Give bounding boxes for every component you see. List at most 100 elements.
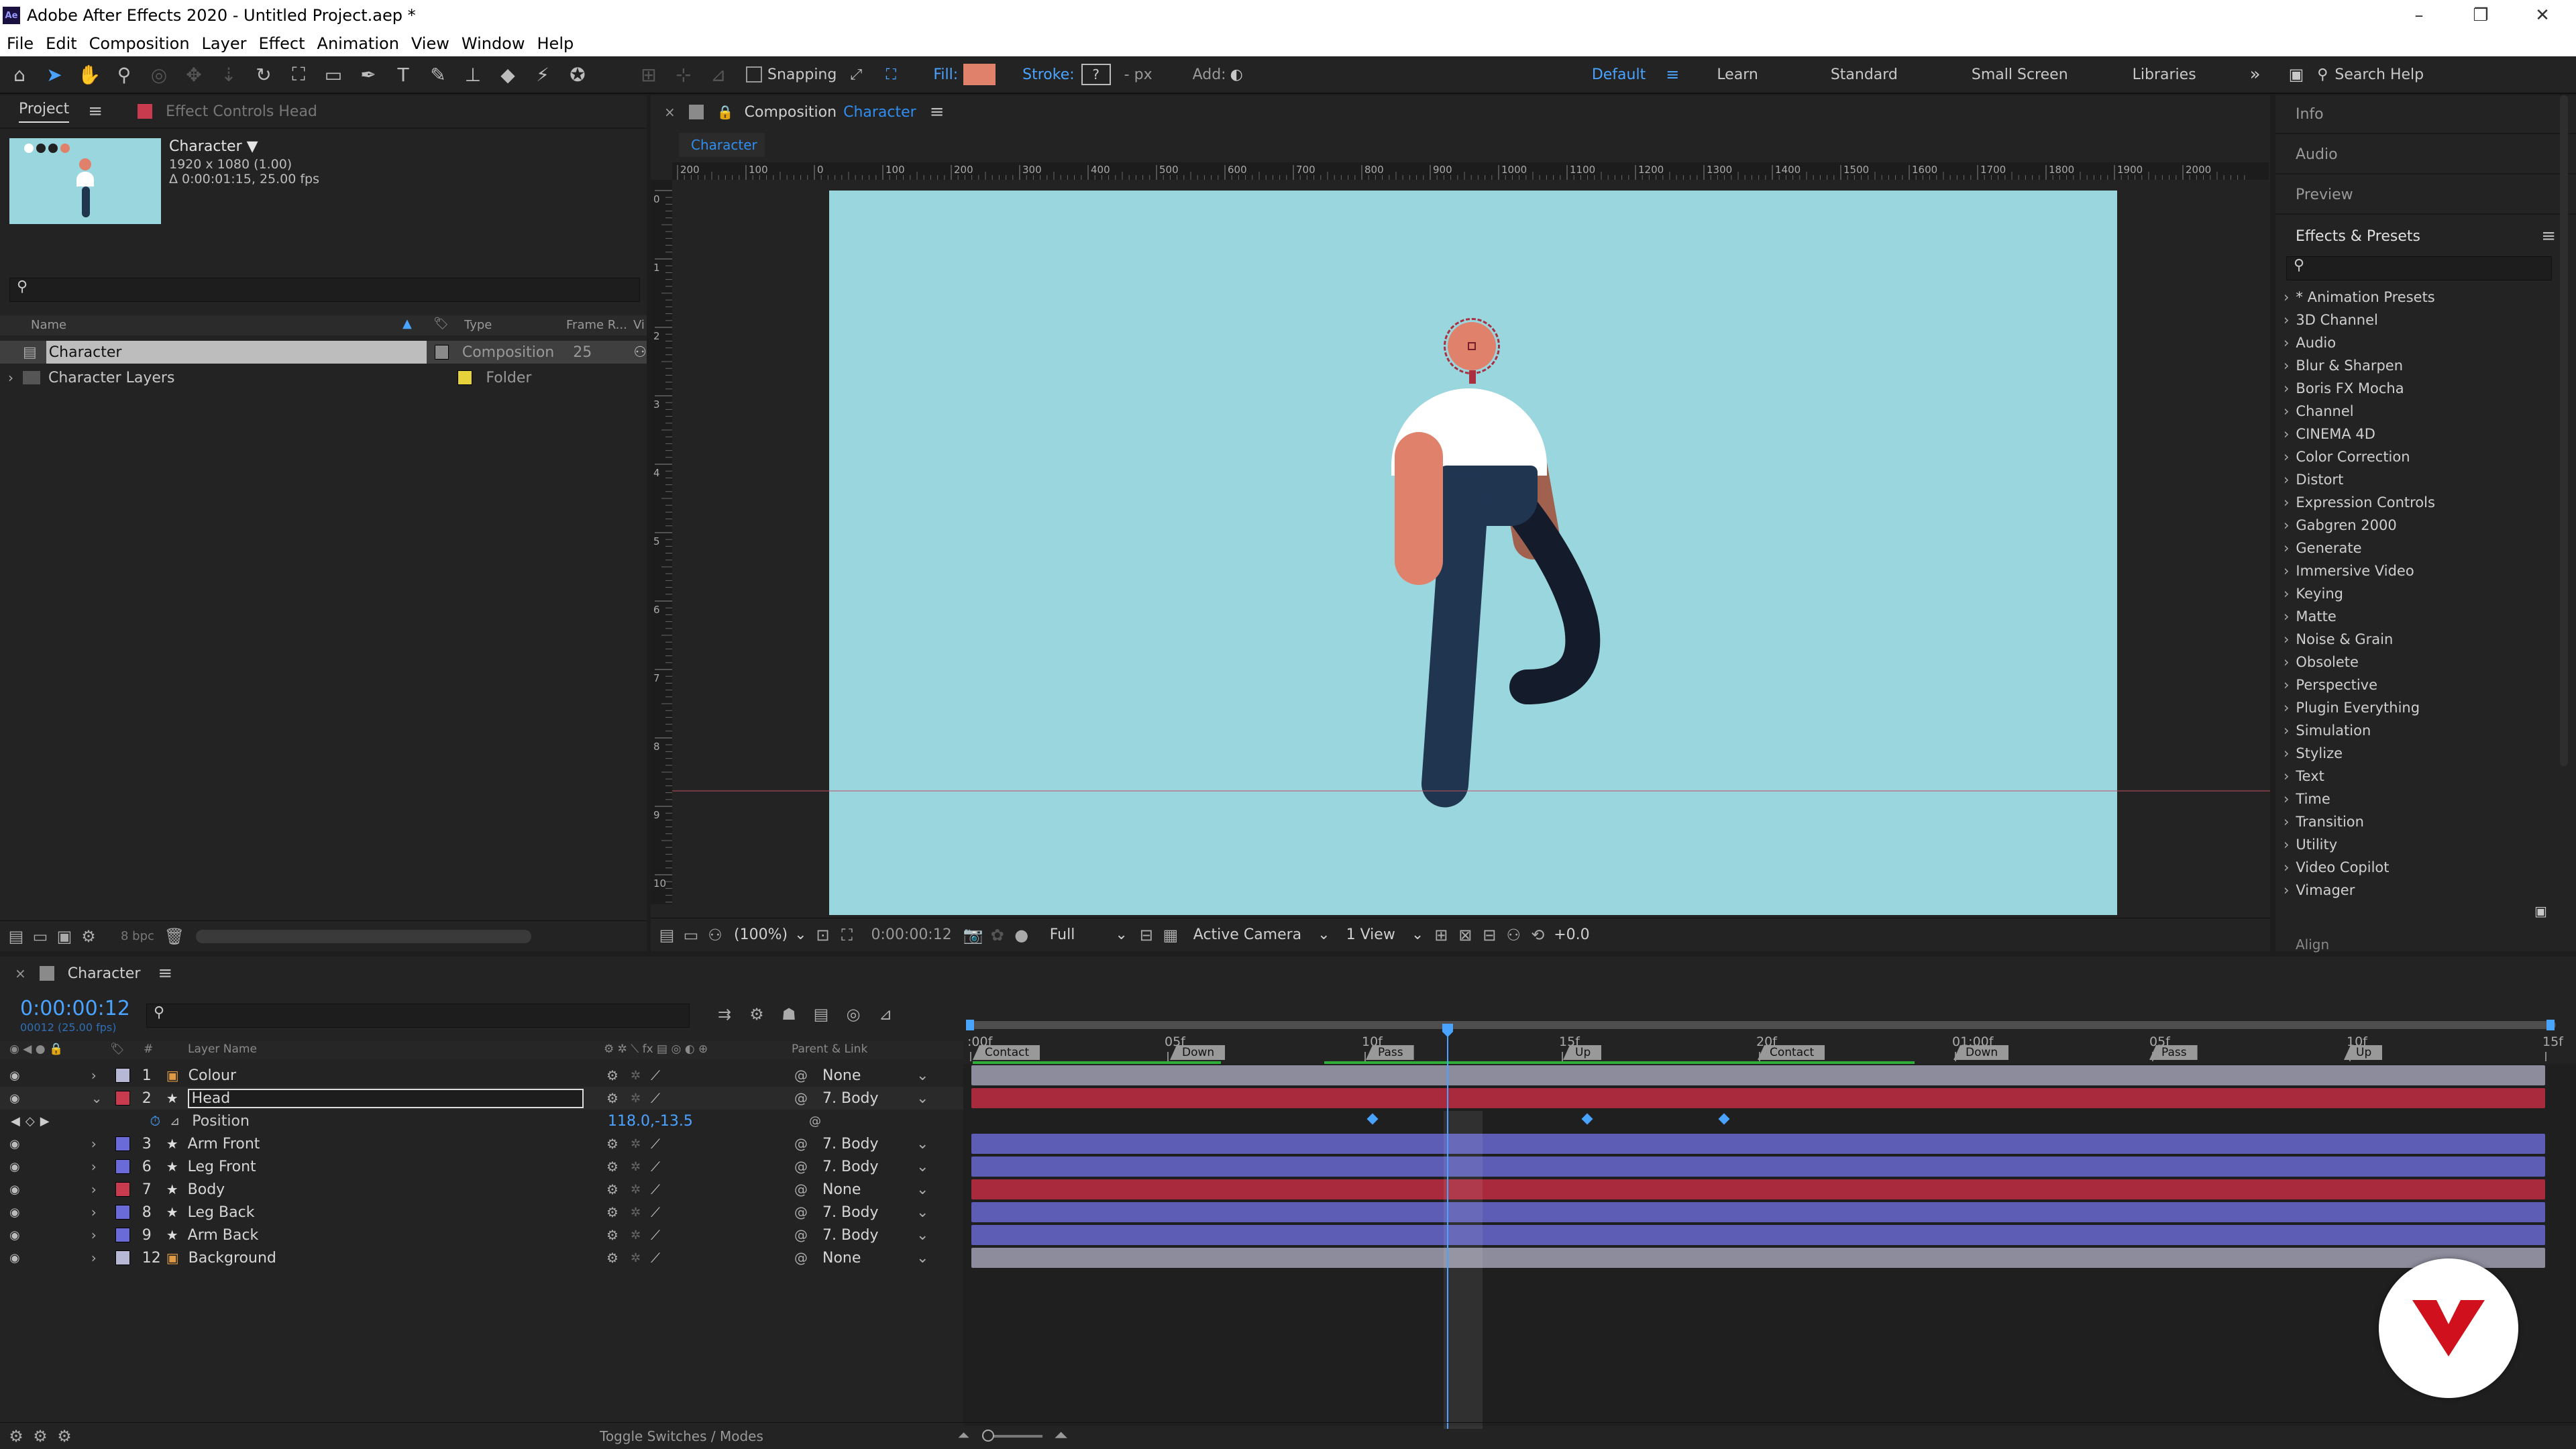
layer-track-bar[interactable] — [971, 1157, 2545, 1177]
layer-row[interactable]: ◉ ⌄ 2 ★ Head ⚙ ✲ ⟋ @7. Body ⌄ — [0, 1087, 963, 1110]
layer-label-swatch[interactable] — [115, 1228, 130, 1242]
keyframe-diamond[interactable] — [1581, 1113, 1593, 1125]
effects-category-item[interactable]: › Keying — [2275, 582, 2343, 605]
effects-category-item[interactable]: › Perspective — [2275, 674, 2377, 696]
fill-color-swatch[interactable] — [963, 64, 996, 85]
collapse-transform-icon[interactable]: ⚙ — [606, 1250, 619, 1266]
keyframe-diamond[interactable] — [1366, 1113, 1379, 1125]
transparency-grid-icon[interactable]: ⛶ — [835, 923, 859, 947]
restore-button[interactable]: ❐ — [2450, 0, 2512, 31]
effects-category-item[interactable]: › Matte — [2275, 605, 2337, 628]
lock-icon[interactable]: 🔒 — [717, 104, 734, 120]
position-value[interactable]: 118.0,-13.5 — [608, 1113, 693, 1130]
layer-track-bar[interactable] — [971, 1088, 2545, 1108]
project-search-input[interactable]: ⚲ — [9, 278, 640, 302]
chevron-right-icon[interactable]: › — [2284, 358, 2289, 374]
layer-label-swatch[interactable] — [115, 1136, 130, 1151]
align-label[interactable]: Align — [2296, 936, 2329, 953]
project-item[interactable]: ▤ Character Composition 25 ⚇ — [0, 341, 647, 364]
chevron-right-icon[interactable]: › — [2284, 380, 2289, 396]
parent-dropdown[interactable]: 7. Body — [822, 1136, 879, 1152]
head-connector-handle[interactable] — [1469, 370, 1476, 384]
quality-line-icon[interactable]: ⟋ — [651, 1067, 660, 1083]
parent-dropdown[interactable]: None — [822, 1067, 861, 1084]
chevron-right-icon[interactable]: › — [2284, 586, 2289, 602]
collapse-transform-icon[interactable]: ⚙ — [606, 1067, 619, 1083]
timeline-link-icon[interactable]: ⊟ — [1477, 923, 1501, 947]
collapse-transform-icon[interactable]: ⚙ — [606, 1181, 619, 1197]
chevron-right-icon[interactable]: › — [2284, 449, 2289, 465]
chevron-right-icon[interactable]: › — [2284, 540, 2289, 556]
layer-label-swatch[interactable] — [115, 1091, 130, 1106]
chevron-right-icon[interactable]: › — [2284, 814, 2289, 830]
expand-layer-icon[interactable]: › — [91, 1250, 107, 1266]
chevron-right-icon[interactable]: › — [2284, 722, 2289, 739]
thumb-comp-name[interactable]: Character ▼ — [169, 138, 258, 155]
interpret-footage-icon[interactable]: ▤ — [4, 924, 28, 949]
collapse-transform-icon[interactable]: ⚙ — [606, 1136, 619, 1152]
exposure-value[interactable]: +0.0 — [1554, 926, 1589, 943]
graph-editor-icon[interactable]: ⊿ — [873, 1002, 898, 1026]
composition-menu-icon[interactable]: ≡ — [930, 102, 945, 122]
prev-keyframe-icon[interactable]: ◀ — [11, 1114, 20, 1128]
collapse-transform-icon[interactable]: ⚙ — [606, 1227, 619, 1243]
eye-visibility-icon[interactable]: ◉ — [9, 1160, 20, 1174]
collapse-transform-icon[interactable]: ⚙ — [606, 1204, 619, 1220]
arm-front-shape[interactable] — [1395, 432, 1443, 585]
new-preset-icon[interactable]: ▣ — [2534, 903, 2547, 919]
layer-name[interactable]: Head — [187, 1088, 584, 1108]
pan-camera-icon[interactable]: ✥ — [178, 59, 209, 90]
chevron-down-icon[interactable]: ⌄ — [916, 1227, 928, 1244]
comp-marker[interactable]: Down — [1170, 1045, 1226, 1060]
safe-zones-icon[interactable]: ⊡ — [811, 923, 835, 947]
eye-visibility-icon[interactable]: ◉ — [9, 1183, 20, 1197]
eye-visibility-icon[interactable]: ◉ — [9, 1251, 20, 1265]
view-layout-dropdown[interactable]: 1 View — [1346, 926, 1395, 943]
layer-row[interactable]: ◉ › 12 ▣ Background ⚙ ✲ ⟋ @ None ⌄ — [0, 1246, 963, 1269]
effects-search-input[interactable]: ⚲ — [2286, 256, 2552, 280]
layer-name[interactable]: Body — [188, 1181, 225, 1198]
layer-track-bar[interactable] — [971, 1065, 2545, 1085]
pick-whip-icon[interactable]: @ — [794, 1227, 808, 1243]
add-dropdown-icon[interactable]: ◐ — [1230, 66, 1243, 83]
label-color-swatch[interactable] — [458, 370, 473, 385]
effects-category-item[interactable]: › Plugin Everything — [2275, 696, 2420, 719]
preview-section[interactable]: Preview — [2275, 176, 2576, 215]
audio-section[interactable]: Audio — [2275, 136, 2576, 174]
menu-help[interactable]: Help — [537, 34, 574, 53]
parent-dropdown[interactable]: 7. Body — [822, 1227, 879, 1244]
layer-name[interactable]: Leg Back — [188, 1204, 255, 1221]
puppet-pin-icon[interactable]: ✪ — [562, 59, 593, 90]
composition-canvas[interactable] — [829, 191, 2117, 915]
brush-tool-icon[interactable]: ✎ — [423, 59, 453, 90]
new-composition-icon[interactable]: ▣ — [52, 924, 76, 949]
effects-category-item[interactable]: › Gabgren 2000 — [2275, 514, 2397, 537]
menu-animation[interactable]: Animation — [317, 34, 399, 53]
quality-switch-icon[interactable]: ✲ — [631, 1069, 641, 1083]
chevron-down-icon[interactable]: ⌄ — [1318, 926, 1330, 943]
comp-flow-tab[interactable]: Character — [679, 133, 765, 157]
hand-tool-icon[interactable]: ✋ — [74, 59, 105, 90]
project-menu-icon[interactable]: ≡ — [88, 101, 103, 121]
quality-line-icon[interactable]: ⟋ — [651, 1090, 660, 1106]
anchor-point-handle[interactable] — [1468, 342, 1476, 350]
effects-category-item[interactable]: › Channel — [2275, 400, 2354, 423]
quality-switch-icon[interactable]: ✲ — [631, 1137, 641, 1151]
project-settings-icon[interactable]: ⚙ — [76, 924, 101, 949]
parent-dropdown[interactable]: None — [822, 1181, 861, 1198]
chevron-down-icon[interactable]: ⌄ — [1411, 926, 1424, 943]
expand-layer-icon[interactable]: › — [91, 1227, 107, 1243]
timeline-zoom-slider[interactable] — [981, 1429, 1042, 1442]
layer-track-bar[interactable] — [971, 1202, 2545, 1222]
expand-layer-icon[interactable]: › — [91, 1204, 107, 1220]
chevron-down-icon[interactable]: ⌄ — [916, 1204, 928, 1221]
local-axis-icon[interactable]: ⊞ — [633, 59, 664, 90]
sort-asc-icon[interactable]: ▲ — [402, 317, 412, 331]
zoom-out-icon[interactable]: ⏶ — [958, 1428, 970, 1444]
chevron-right-icon[interactable]: › — [2284, 312, 2289, 328]
toggle-transparency-icon[interactable]: ▦ — [1159, 923, 1183, 947]
layer-track-bar[interactable] — [971, 1248, 2545, 1268]
layer-label-swatch[interactable] — [115, 1159, 130, 1174]
work-area-bar[interactable] — [969, 1021, 2556, 1029]
snapshot-icon[interactable]: 📷 — [961, 923, 985, 947]
